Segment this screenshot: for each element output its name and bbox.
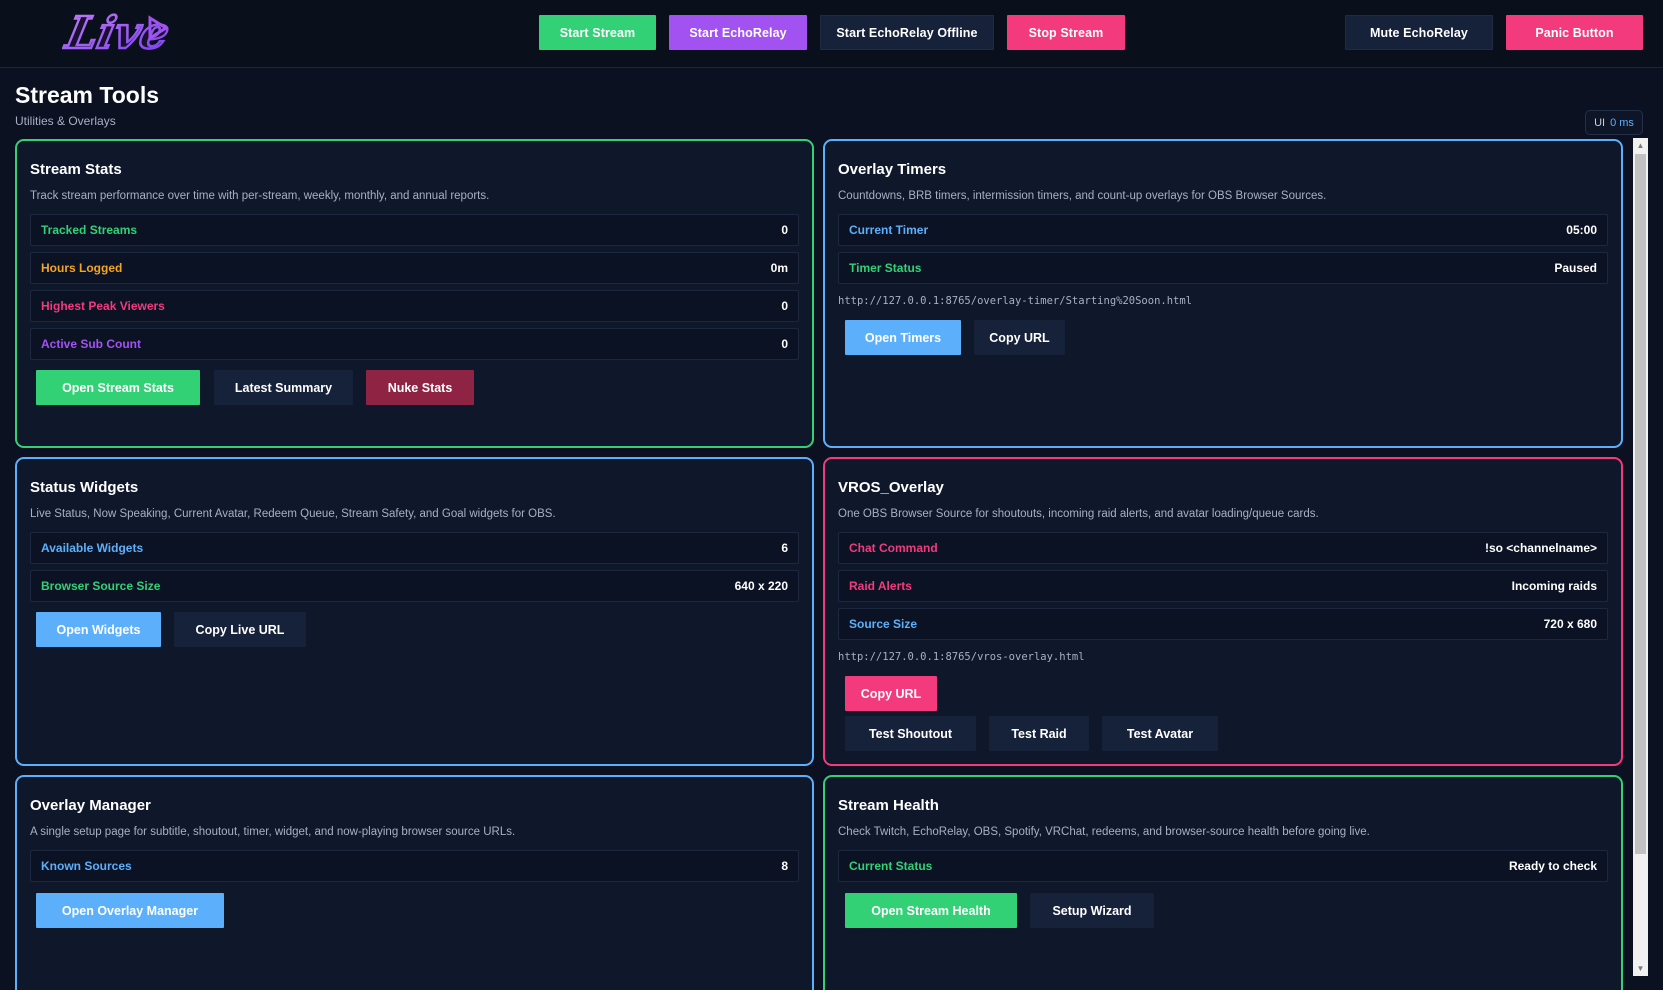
top-bar: Live Start Stream Start EchoRelay Start … xyxy=(0,0,1663,68)
vros-overlay-card: VROS_Overlay One OBS Browser Source for … xyxy=(823,457,1623,766)
stat-row-known-sources: Known Sources 8 xyxy=(30,850,799,882)
stat-label: Browser Source Size xyxy=(41,579,161,593)
card-title: Stream Health xyxy=(838,797,939,814)
overlay-timer-url: http://127.0.0.1:8765/overlay-timer/Star… xyxy=(838,295,1193,307)
stat-value: 05:00 xyxy=(1566,223,1597,237)
page-scrollbar[interactable]: ▲ ▼ xyxy=(1633,138,1648,976)
stat-label: Active Sub Count xyxy=(41,337,142,351)
card-description: Track stream performance over time with … xyxy=(30,190,490,202)
test-raid-button[interactable]: Test Raid xyxy=(989,716,1089,751)
stat-row-chat-command: Chat Command !so <channelname> xyxy=(838,532,1608,564)
copy-url-button[interactable]: Copy URL xyxy=(845,676,937,711)
stat-row-timer-status: Timer Status Paused xyxy=(838,252,1608,284)
panic-button[interactable]: Panic Button xyxy=(1506,15,1643,50)
card-title: Overlay Timers xyxy=(838,161,947,178)
stat-value: 0 xyxy=(781,223,788,237)
card-description: Countdowns, BRB timers, intermission tim… xyxy=(838,190,1327,202)
stat-label: Raid Alerts xyxy=(849,579,912,593)
scroll-down-arrow-icon[interactable]: ▼ xyxy=(1633,961,1648,976)
overlay-manager-card: Overlay Manager A single setup page for … xyxy=(15,775,814,990)
stat-row-raid-alerts: Raid Alerts Incoming raids xyxy=(838,570,1608,602)
open-stream-stats-button[interactable]: Open Stream Stats xyxy=(36,370,200,405)
card-title: VROS_Overlay xyxy=(838,479,944,496)
stat-row-hours-logged: Hours Logged 0m xyxy=(30,252,799,284)
stat-value: 640 x 220 xyxy=(734,579,788,593)
stat-value: 0 xyxy=(781,337,788,351)
mute-echorelay-button[interactable]: Mute EchoRelay xyxy=(1345,15,1493,50)
stat-label: Chat Command xyxy=(849,541,938,555)
stat-value: 0m xyxy=(770,261,788,275)
open-widgets-button[interactable]: Open Widgets xyxy=(36,612,161,647)
stat-row-source-size: Source Size 720 x 680 xyxy=(838,608,1608,640)
stat-value: Ready to check xyxy=(1508,859,1597,873)
stream-stats-card: Stream Stats Track stream performance ov… xyxy=(15,139,814,448)
stat-row-browser-source-size: Browser Source Size 640 x 220 xyxy=(30,570,799,602)
stat-label: Tracked Streams xyxy=(41,223,138,237)
open-timers-button[interactable]: Open Timers xyxy=(845,320,961,355)
card-description: One OBS Browser Source for shoutouts, in… xyxy=(838,508,1319,520)
ui-latency-badge: UI 0 ms xyxy=(1585,110,1643,135)
stat-value: 8 xyxy=(781,859,788,873)
stat-label: Current Status xyxy=(849,859,933,873)
stat-value: !so <channelname> xyxy=(1484,541,1597,555)
stop-stream-button[interactable]: Stop Stream xyxy=(1007,15,1125,50)
overlay-timers-card: Overlay Timers Countdowns, BRB timers, i… xyxy=(823,139,1623,448)
stat-row-current-status: Current Status Ready to check xyxy=(838,850,1608,882)
stream-health-card: Stream Health Check Twitch, EchoRelay, O… xyxy=(823,775,1623,990)
card-description: A single setup page for subtitle, shouto… xyxy=(30,826,516,838)
test-shoutout-button[interactable]: Test Shoutout xyxy=(845,716,976,751)
stat-label: Source Size xyxy=(849,617,918,631)
scrollbar-thumb[interactable] xyxy=(1635,154,1646,854)
stat-label: Available Widgets xyxy=(41,541,144,555)
stat-row-current-timer: Current Timer 05:00 xyxy=(838,214,1608,246)
status-widgets-card: Status Widgets Live Status, Now Speaking… xyxy=(15,457,814,766)
stat-value: 720 x 680 xyxy=(1543,617,1597,631)
start-echorelay-offline-button[interactable]: Start EchoRelay Offline xyxy=(820,15,994,50)
stat-label: Current Timer xyxy=(849,223,929,237)
stat-row-available-widgets: Available Widgets 6 xyxy=(30,532,799,564)
stat-label: Highest Peak Viewers xyxy=(41,299,165,313)
stat-label: Hours Logged xyxy=(41,261,123,275)
stat-row-highest-peak-viewers: Highest Peak Viewers 0 xyxy=(30,290,799,322)
card-title: Status Widgets xyxy=(30,479,139,496)
scroll-up-arrow-icon[interactable]: ▲ xyxy=(1633,138,1648,153)
copy-live-url-button[interactable]: Copy Live URL xyxy=(174,612,306,647)
open-stream-health-button[interactable]: Open Stream Health xyxy=(845,893,1017,928)
start-stream-button[interactable]: Start Stream xyxy=(539,15,656,50)
card-description: Live Status, Now Speaking, Current Avata… xyxy=(30,508,556,520)
ui-badge-value: 0 ms xyxy=(1610,116,1634,129)
stat-value: 0 xyxy=(781,299,788,313)
page-title: Stream Tools xyxy=(15,82,159,108)
stat-row-tracked-streams: Tracked Streams 0 xyxy=(30,214,799,246)
ui-badge-label: UI xyxy=(1594,116,1606,129)
stat-value: Paused xyxy=(1554,261,1597,275)
stat-row-active-sub-count: Active Sub Count 0 xyxy=(30,328,799,360)
stat-value: 6 xyxy=(781,541,788,555)
vros-overlay-url: http://127.0.0.1:8765/vros-overlay.html xyxy=(838,651,1085,663)
page-subtitle: Utilities & Overlays xyxy=(15,114,116,128)
latest-summary-button[interactable]: Latest Summary xyxy=(214,370,353,405)
stat-label: Known Sources xyxy=(41,859,132,873)
start-echorelay-button[interactable]: Start EchoRelay xyxy=(669,15,807,50)
card-title: Overlay Manager xyxy=(30,797,151,814)
stat-label: Timer Status xyxy=(849,261,922,275)
stat-value: Incoming raids xyxy=(1511,579,1597,593)
copy-url-button[interactable]: Copy URL xyxy=(974,320,1065,355)
card-description: Check Twitch, EchoRelay, OBS, Spotify, V… xyxy=(838,826,1370,838)
setup-wizard-button[interactable]: Setup Wizard xyxy=(1030,893,1154,928)
card-title: Stream Stats xyxy=(30,161,122,178)
test-avatar-button[interactable]: Test Avatar xyxy=(1102,716,1218,751)
open-overlay-manager-button[interactable]: Open Overlay Manager xyxy=(36,893,224,928)
nuke-stats-button[interactable]: Nuke Stats xyxy=(366,370,474,405)
live-logo: Live xyxy=(62,6,172,60)
